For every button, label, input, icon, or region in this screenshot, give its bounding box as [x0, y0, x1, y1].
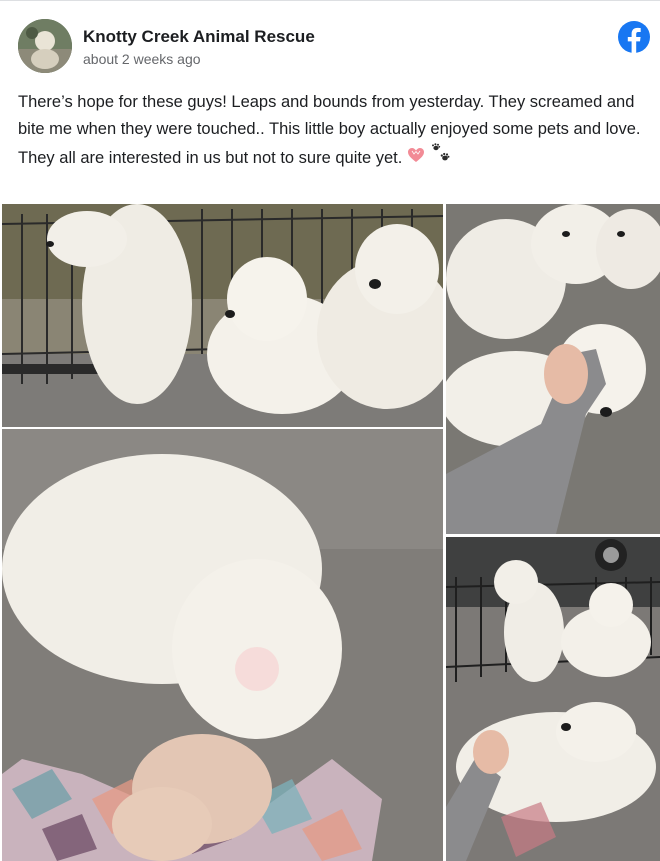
post-card: Knotty Creek Animal Rescue about 2 weeks… [0, 0, 660, 861]
post-text-body: There’s hope for these guys! Leaps and b… [18, 93, 641, 167]
post-timestamp[interactable]: about 2 weeks ago [83, 51, 201, 67]
paw-prints-icon [430, 143, 452, 174]
facebook-icon[interactable] [618, 21, 650, 53]
post-header: Knotty Creek Animal Rescue about 2 weeks… [18, 19, 650, 75]
photo-grid [0, 204, 660, 861]
photo-puppies-by-fence[interactable] [2, 204, 443, 427]
photo-puppy-on-blanket[interactable] [2, 429, 443, 861]
photo-puppies-group-and-belly-rub[interactable] [446, 537, 660, 861]
heart-icon [407, 145, 425, 172]
post-text: There’s hope for these guys! Leaps and b… [18, 89, 642, 174]
photo-petting-puppy[interactable] [446, 204, 660, 534]
avatar[interactable] [18, 19, 72, 73]
page-name[interactable]: Knotty Creek Animal Rescue [83, 27, 315, 47]
